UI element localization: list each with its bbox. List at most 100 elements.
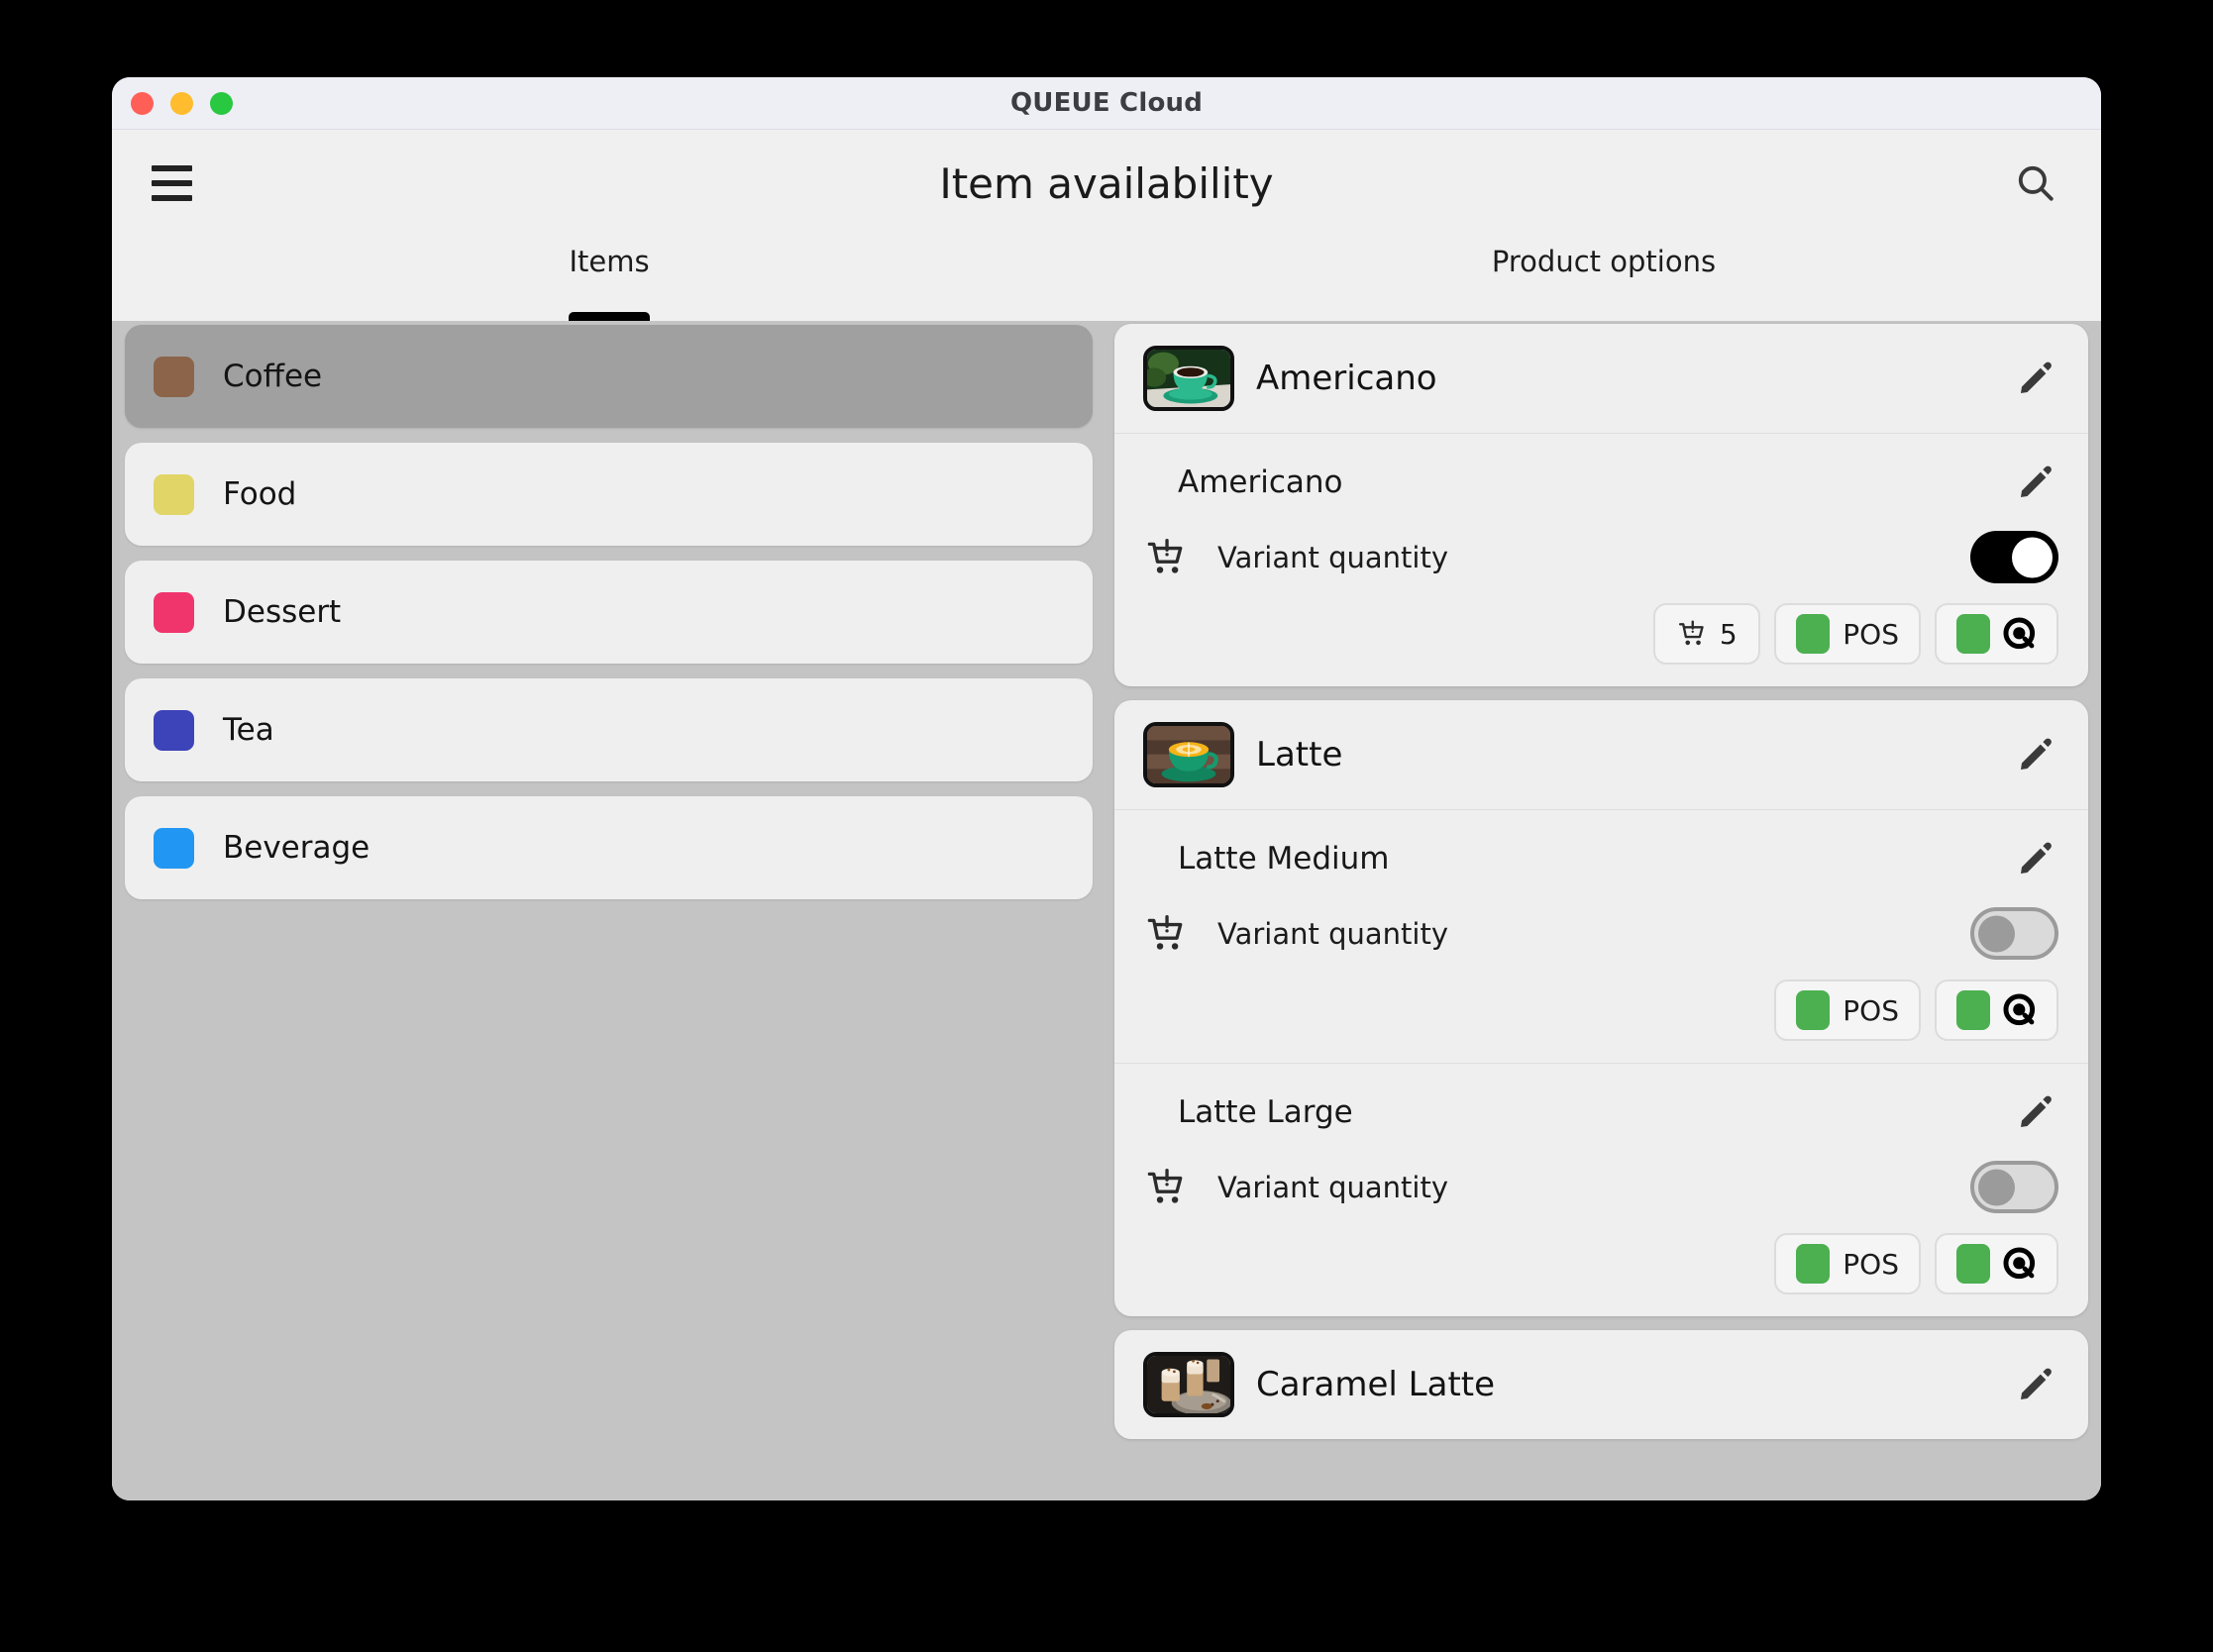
tab-bar: Items Product options	[112, 237, 2101, 321]
queue-logo-icon	[2003, 1247, 2036, 1280]
category-color-swatch	[154, 827, 194, 869]
pencil-icon[interactable]	[2013, 836, 2058, 881]
category-color-swatch	[154, 356, 194, 397]
badge-row: POS	[1143, 980, 2058, 1041]
queue-channel-badge[interactable]	[1935, 1233, 2058, 1294]
sidebar-item-tea[interactable]: Tea	[125, 678, 1093, 781]
product-name: Latte	[1256, 735, 1343, 774]
toggle-knob	[2012, 537, 2053, 577]
variant-latte-large: Latte Large Variant quantity POS	[1114, 1063, 2088, 1316]
pencil-icon[interactable]	[2013, 732, 2058, 777]
sidebar-item-dessert[interactable]: Dessert	[125, 561, 1093, 664]
status-swatch	[1956, 1244, 1990, 1284]
sidebar-item-food[interactable]: Food	[125, 443, 1093, 546]
pencil-icon[interactable]	[2013, 1362, 2058, 1407]
product-card-caramel-latte: Caramel Latte	[1114, 1330, 2088, 1439]
search-icon[interactable]	[2010, 157, 2061, 209]
title-bar: QUEUE Cloud	[112, 77, 2101, 130]
variant-quantity-toggle[interactable]	[1970, 1161, 2058, 1213]
variant-quantity-label: Variant quantity	[1217, 916, 1448, 951]
product-card-latte: Latte Latte Medium Variant quantity POS …	[1114, 700, 2088, 1316]
variant-latte-medium: Latte Medium Variant quantity POS	[1114, 809, 2088, 1063]
queue-logo-icon	[2003, 993, 2036, 1026]
queue-logo-icon	[2003, 617, 2036, 650]
category-label: Tea	[223, 712, 274, 748]
minimize-button[interactable]	[170, 91, 193, 115]
content-area: Coffee Food Dessert Tea Beverage America…	[112, 321, 2101, 1500]
product-card-americano: Americano Americano Variant quantity 5 P…	[1114, 324, 2088, 686]
variant-quantity-label: Variant quantity	[1217, 1170, 1448, 1204]
product-name: Americano	[1256, 359, 1437, 398]
category-color-swatch	[154, 709, 194, 751]
product-list[interactable]: Americano Americano Variant quantity 5 P…	[1106, 321, 2101, 1500]
variant-header: Americano	[1143, 460, 2058, 505]
queue-channel-badge[interactable]	[1935, 980, 2058, 1041]
latte-photo	[1143, 722, 1234, 787]
page-header: Item availability	[112, 130, 2101, 237]
variant-quantity-row: Variant quantity	[1143, 1161, 2058, 1213]
variant-quantity-row: Variant quantity	[1143, 531, 2058, 583]
category-color-swatch	[154, 473, 194, 515]
product-header[interactable]: Latte	[1114, 700, 2088, 809]
tab-product-options-label: Product options	[1491, 245, 1717, 278]
cart-alert-icon	[1143, 911, 1189, 957]
variant-name: Latte Large	[1178, 1094, 1353, 1130]
badge-row: POS	[1143, 1233, 2058, 1294]
toggle-knob	[1978, 915, 2015, 952]
sidebar-item-beverage[interactable]: Beverage	[125, 796, 1093, 899]
toggle-knob	[1978, 1169, 2015, 1205]
category-label: Dessert	[223, 594, 342, 630]
product-header[interactable]: Americano	[1114, 324, 2088, 433]
tab-items[interactable]: Items	[112, 237, 1106, 321]
variant-name: Latte Medium	[1178, 841, 1390, 877]
pencil-icon[interactable]	[2013, 460, 2058, 505]
category-color-swatch	[154, 591, 194, 633]
category-list: Coffee Food Dessert Tea Beverage	[112, 321, 1106, 1500]
pencil-icon[interactable]	[2013, 356, 2058, 401]
quantity-badge-value: 5	[1719, 617, 1738, 651]
queue-channel-badge[interactable]	[1935, 603, 2058, 665]
variant-name: Americano	[1178, 465, 1343, 500]
cart-alert-icon	[1143, 1165, 1189, 1210]
maximize-button[interactable]	[210, 91, 233, 115]
page-title: Item availability	[939, 158, 1274, 208]
status-swatch	[1956, 990, 1990, 1030]
product-name: Caramel Latte	[1256, 1365, 1496, 1404]
pos-channel-badge[interactable]: POS	[1774, 1233, 1921, 1294]
variant-quantity-toggle[interactable]	[1970, 531, 2058, 583]
pos-badge-label: POS	[1843, 993, 1899, 1027]
variant-quantity-row: Variant quantity	[1143, 907, 2058, 960]
pencil-icon[interactable]	[2013, 1089, 2058, 1135]
app-window: QUEUE Cloud Item availability Items Prod…	[112, 77, 2101, 1500]
tab-product-options[interactable]: Product options	[1106, 237, 2101, 321]
tab-active-indicator	[569, 312, 650, 321]
close-button[interactable]	[131, 91, 154, 115]
status-swatch	[1796, 1244, 1831, 1284]
tab-items-label: Items	[569, 245, 650, 278]
pos-badge-label: POS	[1843, 1247, 1899, 1281]
category-label: Coffee	[223, 359, 323, 394]
pos-channel-badge[interactable]: POS	[1774, 603, 1921, 665]
hamburger-icon[interactable]	[152, 159, 199, 207]
status-swatch	[1796, 614, 1831, 654]
badge-row: 5 POS	[1143, 603, 2058, 665]
category-label: Food	[223, 476, 297, 512]
traffic-lights	[112, 91, 233, 115]
americano-photo	[1143, 346, 1234, 411]
variant-header: Latte Medium	[1143, 836, 2058, 881]
variant-quantity-label: Variant quantity	[1217, 540, 1448, 574]
pos-badge-label: POS	[1843, 617, 1899, 651]
status-swatch	[1956, 614, 1990, 654]
cart-alert-icon	[1143, 535, 1189, 580]
sidebar-item-coffee[interactable]: Coffee	[125, 325, 1093, 428]
window-title: QUEUE Cloud	[1009, 88, 1204, 118]
category-label: Beverage	[223, 830, 370, 866]
caramel-latte-photo	[1143, 1352, 1234, 1417]
quantity-badge[interactable]: 5	[1653, 603, 1761, 665]
variant-header: Latte Large	[1143, 1089, 2058, 1135]
variant-quantity-toggle[interactable]	[1970, 907, 2058, 960]
pos-channel-badge[interactable]: POS	[1774, 980, 1921, 1041]
variant-americano: Americano Variant quantity 5 POS	[1114, 433, 2088, 686]
product-header[interactable]: Caramel Latte	[1114, 1330, 2088, 1439]
status-swatch	[1796, 990, 1831, 1030]
